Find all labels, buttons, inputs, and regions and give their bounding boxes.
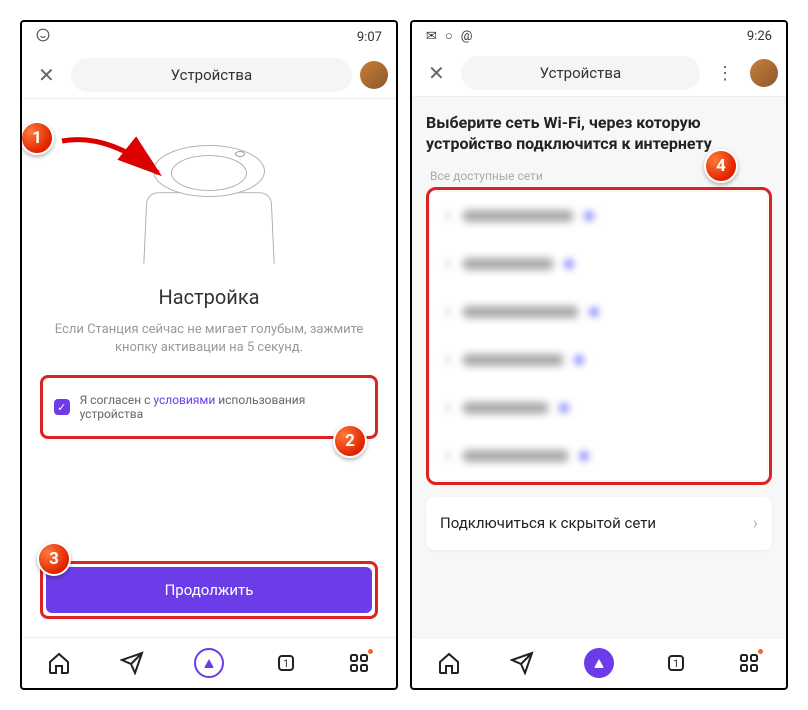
wifi-network-item[interactable]: [431, 192, 767, 240]
setup-content: 1 Настройка Если Станция сейчас не мигае…: [22, 99, 396, 637]
notification-dot-icon: [368, 649, 373, 654]
setup-title: Настройка: [40, 285, 378, 309]
wifi-network-item[interactable]: [431, 336, 767, 384]
wifi-network-item[interactable]: [431, 288, 767, 336]
wifi-content: Выберите сеть Wi-Fi, через которую устро…: [412, 97, 786, 637]
nav-tabs-icon[interactable]: 1: [274, 651, 298, 675]
svg-text:1: 1: [673, 659, 679, 670]
notification-dot-icon: [758, 649, 763, 654]
close-button[interactable]: ✕: [420, 57, 453, 89]
pointer-arrow: [58, 127, 168, 183]
chevron-right-icon: ›: [753, 513, 758, 534]
nav-tabs-icon[interactable]: 1: [664, 651, 688, 675]
setup-description: Если Станция сейчас не мигает голубым, з…: [48, 321, 370, 357]
status-time: 9:26: [747, 29, 772, 44]
checkbox-icon[interactable]: ✓: [54, 399, 70, 415]
whatsapp-status-icon: [36, 28, 50, 46]
mail-status-icon: ✉: [426, 29, 437, 44]
header: ✕ Устройства: [22, 52, 396, 99]
nav-alice-icon[interactable]: [194, 648, 224, 678]
header: ✕ Устройства ⋮: [412, 50, 786, 97]
status-bar: ✉ ○ @ 9:26: [412, 22, 786, 50]
nav-send-icon[interactable]: [510, 651, 534, 675]
wifi-network-item[interactable]: [431, 432, 767, 480]
terms-checkbox-row[interactable]: ✓ Я согласен с условиями использования у…: [44, 379, 374, 435]
phone-left-setup: 9:07 ✕ Устройства 1 Настройка Если Станц…: [20, 20, 398, 690]
wifi-network-item[interactable]: [431, 384, 767, 432]
wifi-network-item[interactable]: [431, 240, 767, 288]
header-title[interactable]: Устройства: [461, 56, 700, 90]
avatar[interactable]: [750, 59, 778, 87]
at-status-icon: @: [461, 29, 473, 44]
status-time: 9:07: [357, 30, 382, 45]
callout-1: 1: [22, 121, 54, 155]
more-menu-icon[interactable]: ⋮: [708, 59, 742, 88]
nav-services-icon[interactable]: [347, 651, 371, 675]
close-button[interactable]: ✕: [30, 59, 63, 91]
wifi-network-list: [431, 192, 767, 480]
phone-right-wifi: ✉ ○ @ 9:26 ✕ Устройства ⋮ Выберите сеть …: [410, 20, 788, 690]
terms-link[interactable]: условиями: [153, 393, 215, 407]
highlight-terms: ✓ Я согласен с условиями использования у…: [40, 375, 378, 439]
bottom-nav: 1: [412, 637, 786, 688]
nav-send-icon[interactable]: [120, 651, 144, 675]
terms-text: Я согласен с условиями использования уст…: [80, 393, 364, 421]
highlight-continue: 3 Продолжить: [40, 561, 378, 619]
callout-4: 4: [704, 149, 738, 183]
nav-home-icon[interactable]: [437, 651, 461, 675]
callout-3: 3: [37, 542, 71, 576]
nav-home-icon[interactable]: [47, 651, 71, 675]
status-bar: 9:07: [22, 22, 396, 52]
continue-button[interactable]: Продолжить: [46, 567, 372, 613]
nav-alice-icon[interactable]: [584, 648, 614, 678]
highlight-wifi-list: [426, 187, 772, 485]
header-title[interactable]: Устройства: [71, 58, 352, 92]
whatsapp-status-icon: ○: [445, 28, 453, 44]
hidden-network-label: Подключиться к скрытой сети: [440, 514, 656, 532]
nav-services-icon[interactable]: [737, 651, 761, 675]
avatar[interactable]: [360, 61, 388, 89]
svg-text:1: 1: [283, 659, 289, 670]
bottom-nav: 1: [22, 637, 396, 688]
connect-hidden-network[interactable]: Подключиться к скрытой сети ›: [426, 497, 772, 550]
